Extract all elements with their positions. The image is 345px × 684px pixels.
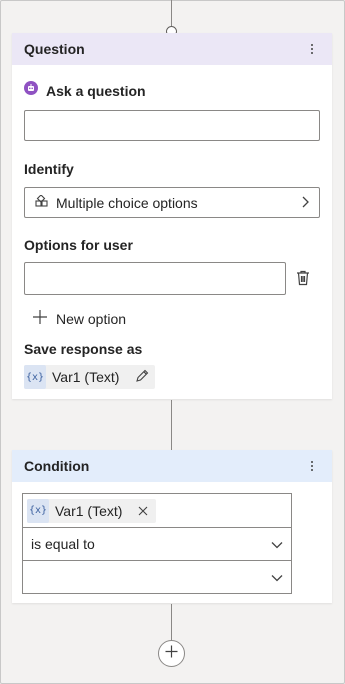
question-bot-icon (24, 81, 38, 100)
variable-icon: {x} (24, 365, 46, 389)
plus-icon (165, 645, 178, 663)
condition-node[interactable]: Condition {x} Var1 (Text) is equal to (12, 450, 332, 603)
save-response-label: Save response as (24, 341, 143, 357)
condition-node-title: Condition (24, 458, 90, 474)
variable-chip[interactable]: {x} Var1 (Text) (24, 365, 156, 389)
identify-select[interactable]: Multiple choice options (24, 187, 320, 218)
identify-value: Multiple choice options (56, 194, 198, 211)
option-input[interactable] (24, 262, 286, 295)
add-node-button[interactable] (158, 640, 185, 667)
connector-mid (171, 400, 172, 450)
options-label: Options for user (24, 237, 133, 253)
question-node-header: Question (12, 33, 332, 65)
more-options-icon[interactable] (304, 458, 320, 474)
condition-expression: {x} Var1 (Text) is equal to (22, 493, 292, 594)
close-icon[interactable] (138, 503, 148, 519)
question-node[interactable]: Question Ask a question Identify Multipl… (12, 33, 332, 399)
operator-value: is equal to (31, 536, 95, 552)
ask-question-row: Ask a question (24, 81, 146, 100)
condition-node-header: Condition (12, 450, 332, 482)
condition-variable-name: Var1 (Text) (55, 502, 123, 519)
condition-variable-row[interactable]: {x} Var1 (Text) (23, 494, 291, 527)
connector-bottom (171, 604, 172, 641)
value-dropdown[interactable] (23, 560, 291, 593)
multiple-choice-icon (35, 193, 48, 211)
new-option-button[interactable]: New option (32, 309, 126, 328)
identify-label: Identify (24, 161, 74, 177)
variable-name: Var1 (Text) (52, 369, 120, 385)
delete-icon[interactable] (296, 270, 310, 291)
plus-icon (32, 309, 48, 328)
chevron-down-icon (271, 569, 283, 585)
question-node-title: Question (24, 41, 85, 57)
new-option-label: New option (56, 310, 127, 327)
edit-pencil-icon[interactable] (135, 369, 149, 386)
more-options-icon[interactable] (304, 41, 320, 57)
question-prompt-input[interactable] (24, 110, 320, 141)
ask-question-label: Ask a question (46, 82, 146, 99)
chevron-right-icon (301, 195, 309, 211)
operator-dropdown[interactable]: is equal to (23, 527, 291, 560)
condition-variable-chip[interactable]: {x} Var1 (Text) (27, 498, 157, 523)
chevron-down-icon (271, 536, 283, 552)
variable-icon: {x} (27, 498, 49, 523)
connector-top (171, 0, 172, 27)
